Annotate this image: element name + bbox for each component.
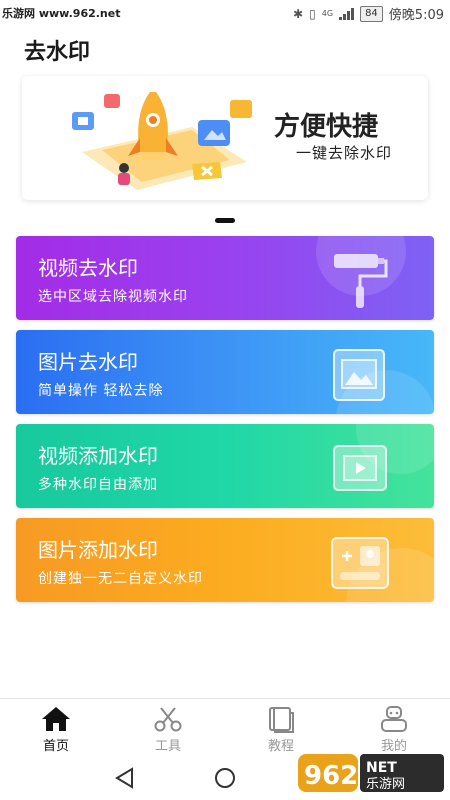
- home-icon: [42, 707, 70, 731]
- card-title: 视频去水印: [38, 256, 138, 280]
- watermark-text: 乐游网 www.962.net: [2, 7, 121, 20]
- photo-add-icon: [331, 537, 389, 589]
- robot-user-icon: [381, 706, 407, 732]
- promo-banner[interactable]: 方便快捷 一键去除水印: [22, 76, 428, 200]
- tab-label: 首页: [42, 739, 69, 754]
- card-title: 图片去水印: [38, 350, 138, 374]
- network-type: 4G: [321, 9, 334, 18]
- card-subtitle: 创建独一无二自定义水印: [38, 571, 203, 587]
- book-icon: [269, 707, 294, 733]
- status-icons: ✱ ▯ 4G 84 傍晚5:09: [293, 4, 444, 23]
- video-add-watermark-card[interactable]: 视频添加水印 多种水印自由添加: [16, 424, 434, 508]
- carousel-indicator: [215, 218, 235, 223]
- card-subtitle: 选中区域去除视频水印: [38, 289, 188, 305]
- tab-label: 工具: [154, 739, 181, 754]
- tab-home[interactable]: 首页: [0, 699, 112, 757]
- card-title: 视频添加水印: [38, 444, 158, 468]
- vibrate-icon: ▯: [309, 6, 316, 21]
- clock: 傍晚5:09: [388, 8, 444, 23]
- status-bar: 乐游网 www.962.net ✱ ▯ 4G 84 傍晚5:09: [0, 0, 450, 26]
- image-add-watermark-card[interactable]: 图片添加水印 创建独一无二自定义水印: [16, 518, 434, 602]
- signal-icon: [339, 7, 355, 20]
- watermark-text: 乐游网: [366, 777, 405, 792]
- banner-subtitle: 一键去除水印: [296, 144, 393, 162]
- corner-watermark-logo: 962 NET 乐游网: [298, 754, 444, 792]
- banner-title: 方便快捷: [274, 112, 379, 142]
- video-remove-watermark-card[interactable]: 视频去水印 选中区域去除视频水印: [16, 236, 434, 320]
- home-button-icon[interactable]: [210, 764, 240, 792]
- image-remove-watermark-card[interactable]: 图片去水印 简单操作 轻松去除: [16, 330, 434, 414]
- tab-tools[interactable]: 工具: [112, 699, 224, 757]
- battery-indicator: 84: [360, 5, 383, 22]
- card-subtitle: 多种水印自由添加: [38, 477, 158, 493]
- rocket-illustration: [72, 92, 252, 190]
- card-title: 图片添加水印: [38, 538, 158, 562]
- card-subtitle: 简单操作 轻松去除: [38, 383, 164, 399]
- scissors-icon: [154, 707, 182, 732]
- watermark-suffix: NET: [366, 760, 397, 776]
- video-player-icon: [333, 445, 387, 491]
- image-frame-icon: [333, 349, 385, 401]
- bluetooth-icon: ✱: [293, 6, 304, 21]
- paint-roller-icon: [334, 254, 388, 308]
- watermark-brand: 962: [304, 761, 358, 791]
- back-icon[interactable]: [110, 764, 140, 792]
- page-title: 去水印: [24, 40, 91, 65]
